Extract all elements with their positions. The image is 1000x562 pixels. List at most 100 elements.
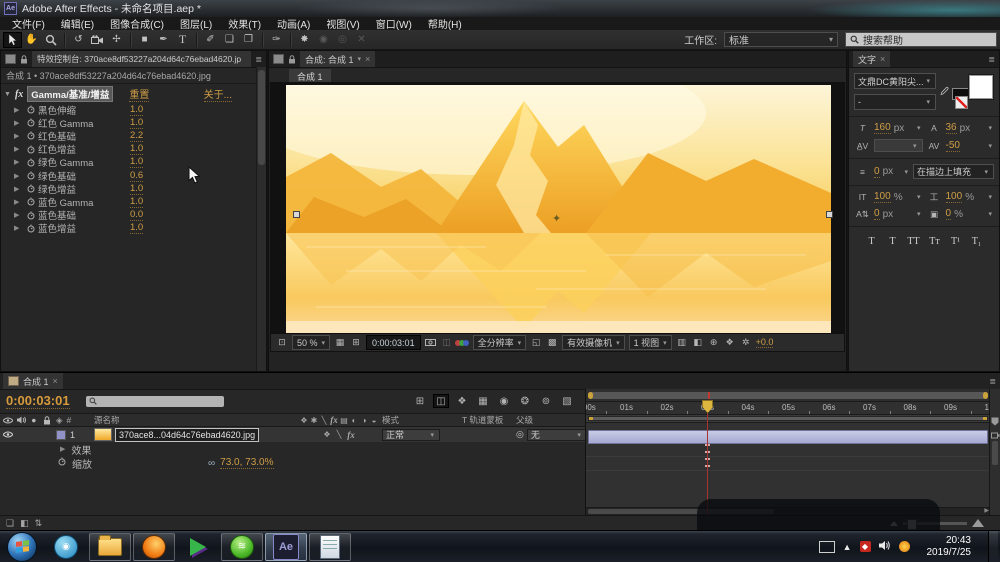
selection-tool-icon[interactable]	[3, 32, 22, 48]
chevron-down-icon[interactable]: ▾	[358, 55, 362, 63]
type-style-button[interactable]: T¹	[948, 235, 963, 248]
start-button[interactable]	[7, 532, 37, 562]
menu-item[interactable]: 窗口(W)	[368, 16, 420, 31]
parent-select[interactable]: 无 ▾	[527, 429, 587, 441]
audio-icon[interactable]	[16, 415, 27, 425]
layer-lock-toggle[interactable]	[41, 430, 52, 440]
viewer-tab[interactable]: 合成 1	[289, 69, 331, 83]
chevron-down-icon[interactable]: ▾	[988, 124, 994, 132]
tab-timeline[interactable]: 合成 1 ×	[3, 373, 63, 389]
expand-arrow-icon[interactable]: ▶	[14, 119, 23, 127]
menu-item[interactable]: 图像合成(C)	[102, 16, 172, 31]
layer-collapse-switch[interactable]: ❖	[322, 430, 332, 439]
layer-row[interactable]: 1 370ace8...04d64c76ebad4620.jpg ❖ ╲ fx …	[0, 427, 585, 442]
effect-reset-link[interactable]: 重置	[129, 86, 149, 102]
param-value[interactable]: 1.0	[130, 117, 143, 129]
collapse-arrow-icon[interactable]: ▼	[4, 91, 11, 98]
vertical-scrollbar[interactable]	[992, 441, 998, 465]
app-firefox[interactable]	[133, 533, 175, 561]
stopwatch-icon[interactable]	[23, 131, 38, 140]
panel-menu-icon[interactable]: ≣	[255, 55, 266, 64]
camera-tool-icon[interactable]	[88, 32, 107, 48]
layer-track-lane[interactable]	[586, 423, 990, 508]
type-style-button[interactable]: T	[885, 235, 900, 248]
timeline-navigator[interactable]	[588, 392, 988, 399]
font-style-select[interactable]: - ▾	[854, 94, 936, 110]
work-area-bar[interactable]	[586, 415, 990, 423]
lock-icon[interactable]	[20, 55, 28, 64]
close-icon[interactable]: ×	[880, 54, 885, 64]
lock-icon[interactable]	[41, 415, 52, 425]
tab-composition[interactable]: 合成: 合成 1 ▾ ×	[300, 51, 375, 67]
roto-brush-tool-icon[interactable]: ✑	[267, 32, 286, 48]
font-size-value[interactable]: 160	[874, 122, 891, 134]
title-bar[interactable]: Ae Adobe After Effects - 未命名项目.aep *	[0, 0, 1000, 17]
graph-editor-icon[interactable]: ▧	[559, 394, 575, 408]
solo-icon[interactable]: ●	[29, 415, 40, 425]
param-value[interactable]: 1.0	[130, 104, 143, 116]
layer-audio-toggle[interactable]	[16, 430, 27, 440]
panel-frame-icon[interactable]	[5, 54, 16, 64]
stroke-fill-mode-select[interactable]: 在描边上填充 ▾	[913, 164, 994, 179]
expand-arrow-icon[interactable]: ▶	[14, 211, 23, 219]
label-column-icon[interactable]: ◈	[56, 415, 63, 426]
eyedropper-icon[interactable]	[939, 85, 949, 99]
chevron-down-icon[interactable]: ▾	[904, 168, 910, 176]
tab-effect-controls[interactable]: 特效控制台: 370ace8df53227a204d64c76ebad4620.…	[32, 51, 251, 67]
chevron-down-icon[interactable]: ▾	[988, 142, 994, 150]
scale-value[interactable]: 73.0, 73.0%	[220, 457, 273, 469]
stopwatch-icon[interactable]	[23, 211, 38, 220]
expand-arrow-icon[interactable]: ▶	[60, 445, 65, 453]
close-icon[interactable]: ×	[365, 54, 370, 64]
text-tool-icon[interactable]: T	[173, 32, 192, 48]
work-area-start-handle[interactable]	[589, 417, 593, 420]
menu-item[interactable]: 编辑(E)	[53, 16, 102, 31]
draft-3d-icon[interactable]: ◫	[433, 394, 449, 408]
time-ruler[interactable]: 0:00s01s02s03s04s05s06s07s08s09s10s	[586, 401, 990, 415]
param-value[interactable]: 2.2	[130, 130, 143, 142]
eye-icon[interactable]	[3, 415, 14, 425]
camera-select[interactable]: 有效摄像机 ▾	[562, 335, 625, 350]
menu-item[interactable]: 视图(V)	[318, 16, 367, 31]
composition-viewer[interactable]: ✦ ⊡ 50 % ▾ ▦ ⊞ 0:00:03:01 ◫ 全分辨率 ▾	[270, 82, 845, 352]
magnification-select[interactable]: 50 % ▾	[292, 335, 330, 350]
workspace-select[interactable]: 标准 ▾	[724, 32, 838, 47]
taskbar-clock[interactable]: 20:43 2019/7/25	[918, 535, 981, 559]
view-layout-select[interactable]: 1 视图 ▾	[629, 335, 672, 350]
horizontal-scale-value[interactable]: 100	[946, 191, 963, 203]
expand-layer-switches-icon[interactable]: ❏	[6, 518, 14, 529]
tracking-value[interactable]: -50	[946, 140, 960, 152]
app-file-explorer[interactable]	[89, 533, 131, 561]
frame-blending-icon[interactable]: ▦	[475, 394, 491, 408]
chevron-down-icon[interactable]: ▾	[917, 124, 923, 132]
show-channels-icon[interactable]	[457, 340, 469, 346]
tsume-value[interactable]: 0	[946, 208, 952, 220]
vertical-scale-value[interactable]: 100	[874, 191, 891, 203]
chevron-down-icon[interactable]: ▾	[988, 193, 994, 201]
index-column-icon[interactable]: #	[67, 415, 72, 425]
expand-arrow-icon[interactable]: ▶	[14, 198, 23, 206]
motion-blur-icon[interactable]: ◉	[496, 394, 512, 408]
fast-preview-icon[interactable]: ◧	[692, 337, 704, 348]
volume-icon[interactable]	[879, 540, 891, 553]
expand-arrow-icon[interactable]: ▶	[14, 224, 23, 232]
layer-visibility-eye-icon[interactable]	[3, 430, 14, 440]
menu-item[interactable]: 动画(A)	[269, 16, 318, 31]
type-style-button[interactable]: TT	[906, 235, 921, 248]
blend-mode-select[interactable]: 正常 ▾	[382, 429, 440, 441]
work-area-end-handle[interactable]	[983, 417, 987, 420]
search-help-input[interactable]: 搜索帮助	[845, 32, 997, 47]
comp-mini-flowchart-icon[interactable]: ⊞	[412, 394, 428, 408]
comp-button-icon[interactable]	[990, 432, 1000, 441]
zoom-tool-icon[interactable]	[41, 32, 60, 48]
resolution-select[interactable]: 全分辨率 ▾	[473, 335, 527, 350]
pick-whip-icon[interactable]: ◎	[516, 429, 524, 440]
safe-margins-icon[interactable]: ⊞	[350, 337, 362, 348]
stopwatch-icon[interactable]	[23, 105, 38, 114]
baseline-shift-value[interactable]: 0	[874, 208, 880, 220]
brush-tool-icon[interactable]: ✐	[201, 32, 220, 48]
expand-arrow-icon[interactable]: ▶	[14, 145, 23, 153]
app-movie-player[interactable]: ◉	[45, 533, 87, 561]
type-style-button[interactable]: T₁	[969, 235, 984, 248]
viewer-timecode[interactable]: 0:00:03:01	[366, 335, 421, 350]
